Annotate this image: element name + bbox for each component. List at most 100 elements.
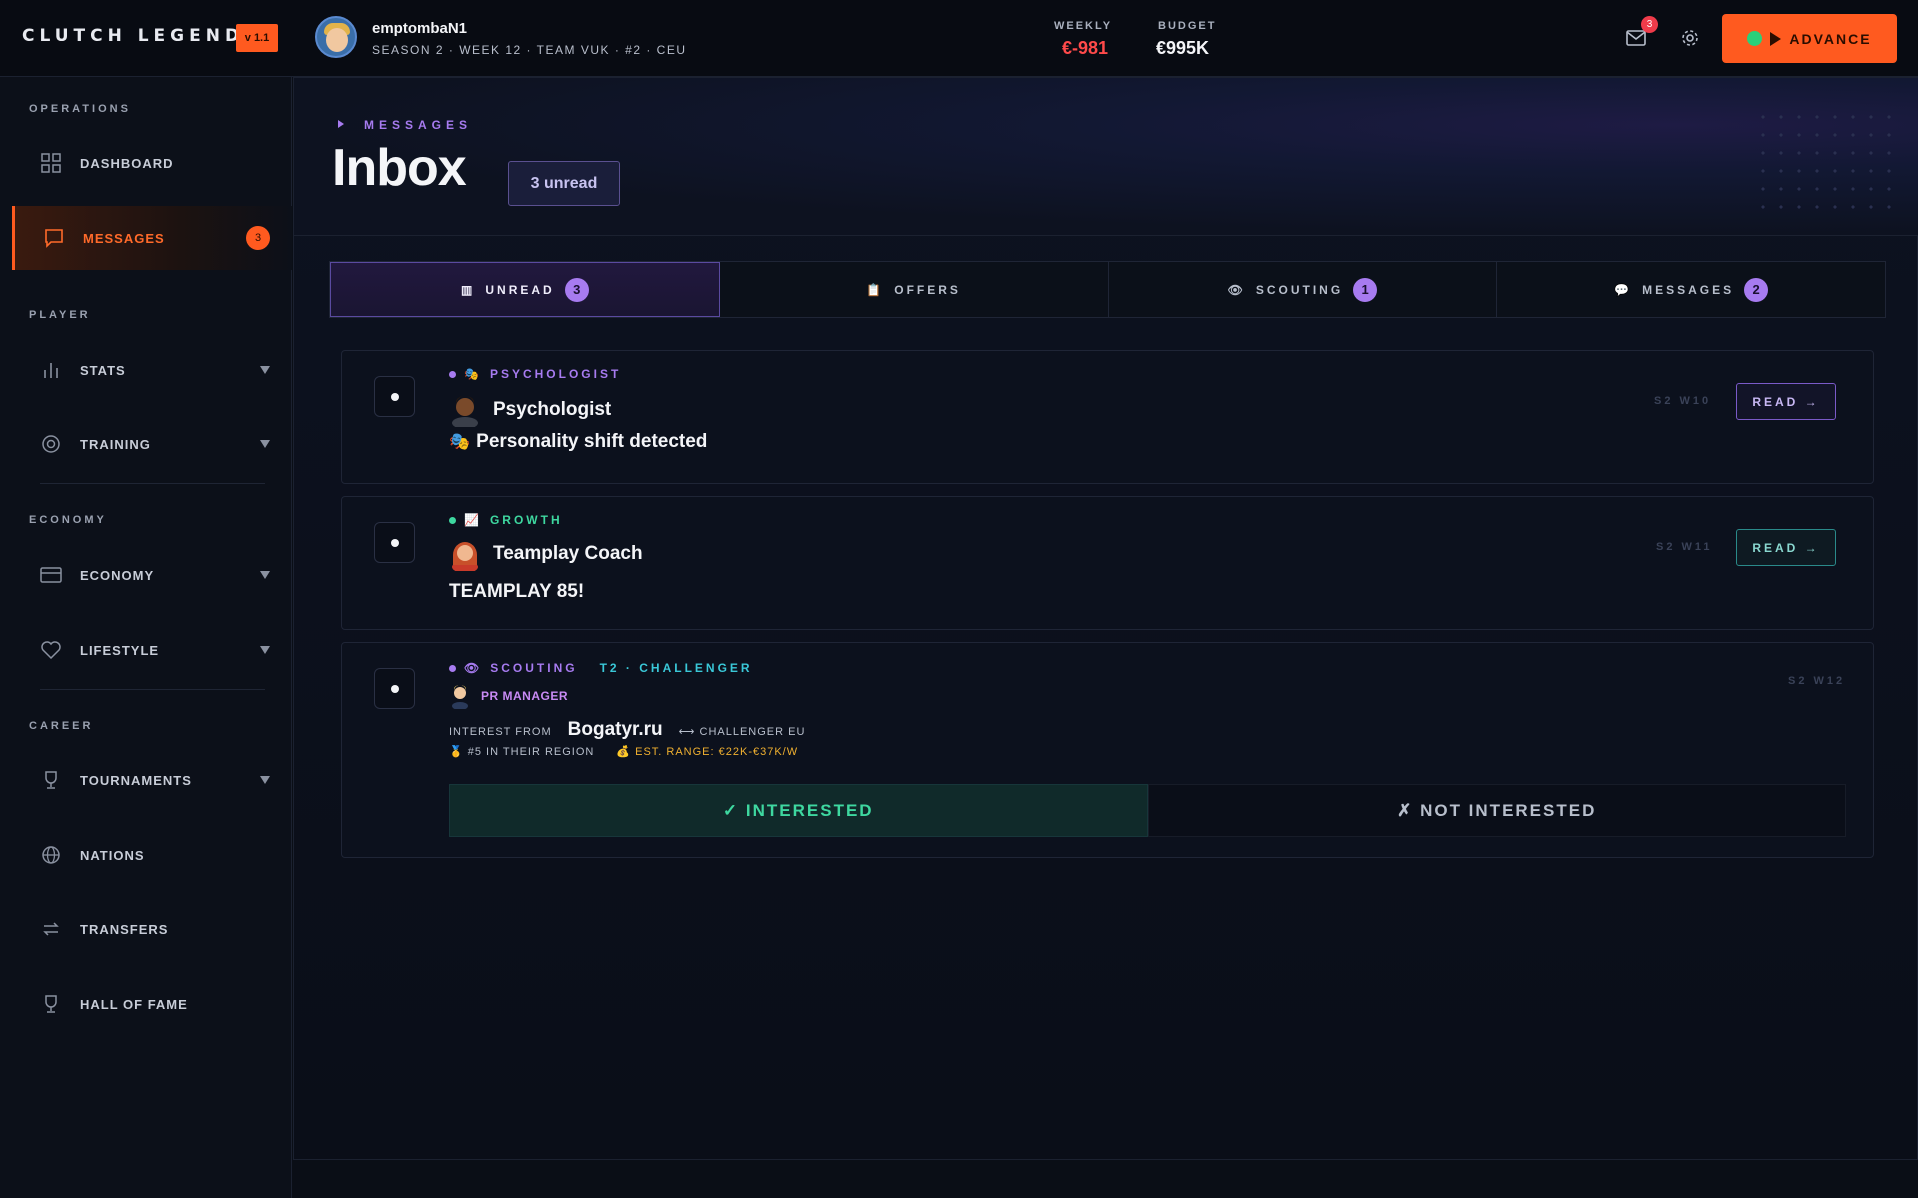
sidebar-item-stats[interactable]: STATS (12, 340, 292, 400)
message-date: S2 W12 (1788, 675, 1846, 687)
sidebar-item-label: NATIONS (80, 847, 145, 863)
read-button[interactable]: READ → (1736, 529, 1836, 566)
region-rank: 🥇 #5 IN THEIR REGION (449, 746, 595, 758)
decorative-dot-grid (1754, 108, 1904, 218)
divider (40, 483, 265, 484)
sidebar-item-label: MESSAGES (83, 230, 165, 246)
tab-badge: 1 (1353, 277, 1378, 302)
section-player: PLAYER (29, 309, 91, 321)
tab-messages[interactable]: 💬 MESSAGES 2 (1497, 262, 1885, 317)
play-icon (1770, 31, 1782, 46)
offer-headline: INTEREST FROM Bogatyr.ru ⟷ CHALLENGER EU (449, 719, 805, 741)
chat-icon (43, 227, 65, 249)
sidebar: OPERATIONS DASHBOARD MESSAGES 3 PLAYER S… (0, 77, 292, 1198)
tab-scouting[interactable]: 👁 SCOUTING 1 (1109, 262, 1498, 317)
weekly-value: €-981 (1062, 38, 1109, 58)
trophy-icon (40, 993, 62, 1015)
league-label: ⟷ CHALLENGER EU (678, 726, 806, 738)
sidebar-item-lifestyle[interactable]: LIFESTYLE (12, 620, 292, 680)
avatar (449, 393, 481, 429)
status-dot-icon (1747, 31, 1763, 46)
sidebar-item-messages[interactable]: MESSAGES 3 (12, 206, 292, 270)
weekly-label: WEEKLY (1054, 20, 1113, 32)
chevron-down-icon (260, 646, 270, 654)
section-career: CAREER (29, 720, 94, 732)
message-select-checkbox[interactable] (374, 376, 415, 417)
page-header: MESSAGES Inbox 3 unread (294, 78, 1918, 236)
eye-icon: 👁 (1227, 282, 1246, 297)
chart-up-icon: 📈 (464, 513, 482, 527)
sidebar-item-label: LIFESTYLE (80, 642, 160, 658)
message-subject: TEAMPLAY 85! (449, 581, 585, 602)
sidebar-item-label: TRANSFERS (80, 921, 169, 937)
main-panel: MESSAGES Inbox 3 unread ▥ UNREAD 3 📋 OFF… (293, 77, 1918, 1160)
chevron-down-icon (260, 571, 270, 579)
message-date: S2 W11 (1656, 541, 1713, 553)
message-sender: Psychologist (449, 393, 611, 429)
section-economy: ECONOMY (29, 514, 107, 526)
message-select-checkbox[interactable] (374, 522, 415, 563)
budget-value: €995K (1156, 38, 1210, 58)
sidebar-item-nations[interactable]: NATIONS (12, 825, 292, 885)
message-subject: 🎭 Personality shift detected (449, 431, 708, 452)
version-badge: v 1.1 (236, 24, 278, 52)
estimated-range: 💰 EST. RANGE: €22K-€37K/W (616, 746, 799, 758)
breadcrumb: MESSAGES (364, 118, 473, 132)
globe-icon (40, 844, 62, 866)
sidebar-item-label: TRAINING (80, 436, 151, 452)
app-logo: CLUTCH LEGEND (22, 26, 245, 46)
chevron-down-icon (260, 366, 270, 374)
message-select-checkbox[interactable] (374, 668, 415, 709)
sidebar-item-hall-of-fame[interactable]: HALL OF FAME (12, 974, 292, 1034)
user-meta: SEASON 2 · WEEK 12 · TEAM VUK · #2 · CEU (372, 43, 687, 57)
user-name: emptombaN1 (372, 20, 468, 37)
avatar[interactable] (315, 16, 357, 58)
tab-badge: 2 (1744, 277, 1769, 302)
card-icon (40, 564, 62, 586)
sidebar-item-training[interactable]: TRAINING (12, 414, 292, 474)
advance-button[interactable]: ADVANCE (1722, 14, 1897, 63)
interested-button[interactable]: ✓ INTERESTED (449, 784, 1148, 837)
tab-unread[interactable]: ▥ UNREAD 3 (330, 262, 720, 317)
sidebar-item-label: DASHBOARD (80, 155, 174, 171)
tier-label: T2 · CHALLENGER (599, 661, 753, 675)
chevron-down-icon (260, 776, 270, 784)
interest-label: INTEREST FROM (449, 726, 552, 738)
budget-label: BUDGET (1158, 20, 1217, 32)
not-interested-button[interactable]: ✗ NOT INTERESTED (1147, 784, 1846, 837)
divider (40, 689, 265, 690)
clipboard-icon: 📋 (866, 282, 885, 297)
message-card[interactable]: 🎭 PSYCHOLOGIST Psychologist 🎭 Personalit… (341, 350, 1874, 484)
trophy-icon (40, 769, 62, 791)
top-bar: CLUTCH LEGEND v 1.1 emptombaN1 SEASON 2 … (0, 0, 1918, 77)
tab-badge: 3 (564, 277, 589, 302)
heart-icon (40, 639, 62, 661)
message-card[interactable]: 📈 GROWTH Teamplay Coach TEAMPLAY 85! S2 … (341, 496, 1874, 630)
grid-icon (40, 152, 62, 174)
sidebar-item-tournaments[interactable]: TOURNAMENTS (12, 750, 292, 810)
theater-mask-icon: 🎭 (464, 367, 482, 381)
gear-icon[interactable] (1676, 24, 1704, 52)
sidebar-item-dashboard[interactable]: DASHBOARD (12, 133, 292, 193)
message-category: 🎭 PSYCHOLOGIST (449, 367, 621, 381)
message-category: 📈 GROWTH (449, 513, 563, 527)
target-icon (40, 433, 62, 455)
chevron-down-icon (260, 440, 270, 448)
breadcrumb-arrow-icon (338, 120, 344, 128)
read-button[interactable]: READ → (1736, 383, 1836, 420)
sidebar-item-economy[interactable]: ECONOMY (12, 545, 292, 605)
theater-mask-icon: 🎭 (449, 432, 471, 451)
sidebar-item-label: STATS (80, 362, 126, 378)
tab-offers[interactable]: 📋 OFFERS (720, 262, 1109, 317)
sidebar-item-label: HALL OF FAME (80, 996, 188, 1012)
avatar (449, 537, 481, 573)
transfer-icon (40, 918, 62, 940)
page-title: Inbox (332, 139, 467, 197)
sidebar-item-transfers[interactable]: TRANSFERS (12, 899, 292, 959)
unread-count-pill: 3 unread (508, 161, 620, 206)
sidebar-item-label: ECONOMY (80, 567, 155, 583)
mail-badge: 3 (1641, 16, 1658, 33)
inbox-tabs: ▥ UNREAD 3 📋 OFFERS 👁 SCOUTING 1 💬 MESSA… (329, 261, 1886, 318)
message-sender: Teamplay Coach (449, 537, 643, 573)
message-sender: PR MANAGER (449, 683, 568, 710)
